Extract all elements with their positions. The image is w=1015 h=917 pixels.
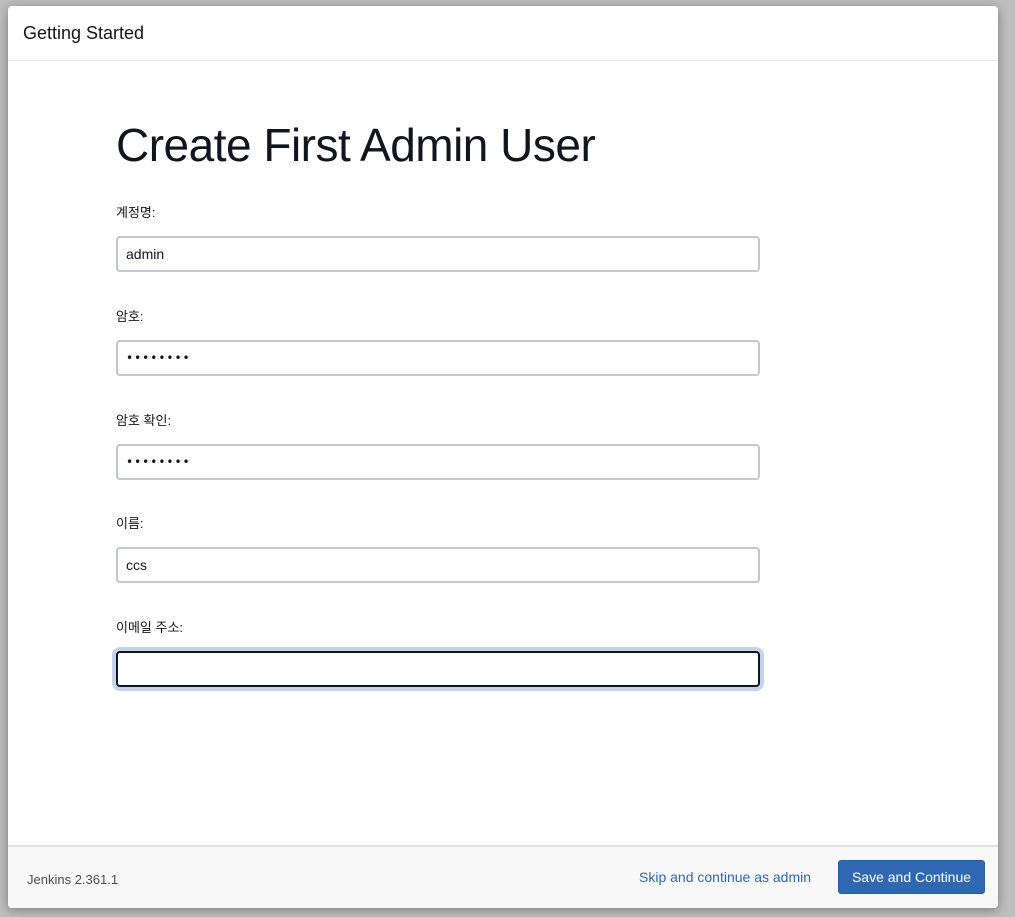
password-field[interactable] bbox=[116, 340, 760, 376]
full-name-field[interactable] bbox=[116, 547, 760, 583]
setup-dialog: Getting Started Create First Admin User … bbox=[8, 6, 998, 908]
dialog-header: Getting Started bbox=[8, 6, 998, 61]
full-name-group: 이름: bbox=[116, 516, 760, 583]
email-field[interactable] bbox=[116, 651, 760, 687]
email-label: 이메일 주소: bbox=[116, 620, 184, 635]
page-title: Create First Admin User bbox=[116, 119, 596, 171]
password-confirm-group: 암호 확인: bbox=[116, 413, 760, 480]
full-name-label: 이름: bbox=[116, 516, 144, 531]
save-continue-button[interactable]: Save and Continue bbox=[838, 860, 985, 894]
password-group: 암호: bbox=[116, 309, 760, 376]
dialog-body: Create First Admin User 계정명: 암호: 암호 확인: … bbox=[8, 62, 998, 845]
username-field[interactable] bbox=[116, 236, 760, 272]
skip-continue-link[interactable]: Skip and continue as admin bbox=[639, 869, 811, 885]
password-confirm-field[interactable] bbox=[116, 444, 760, 480]
email-group: 이메일 주소: bbox=[116, 620, 760, 687]
version-label: Jenkins 2.361.1 bbox=[27, 872, 119, 887]
password-label: 암호: bbox=[116, 309, 144, 324]
username-group: 계정명: bbox=[116, 205, 760, 272]
password-confirm-label: 암호 확인: bbox=[116, 413, 172, 428]
dialog-title: Getting Started bbox=[23, 22, 145, 43]
username-label: 계정명: bbox=[116, 205, 156, 220]
dialog-footer: Jenkins 2.361.1 Skip and continue as adm… bbox=[8, 845, 998, 908]
